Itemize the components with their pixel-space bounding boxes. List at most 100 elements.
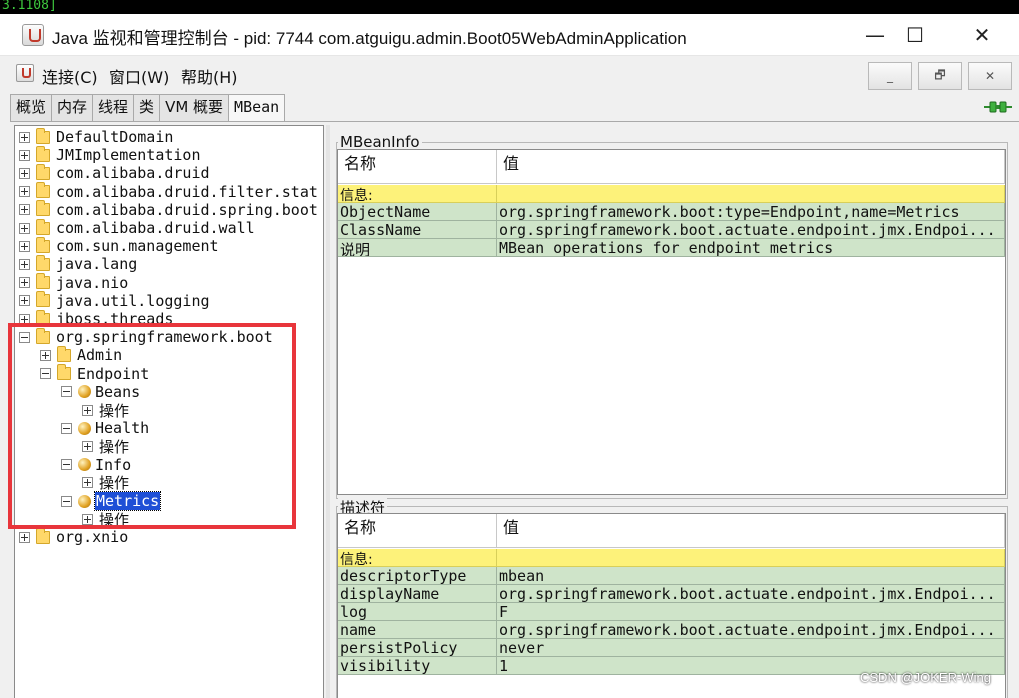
tree-node-label[interactable]: java.nio <box>56 274 128 292</box>
section-label: 信息: <box>338 185 497 203</box>
expand-icon[interactable] <box>19 531 30 543</box>
folder-icon <box>36 218 50 235</box>
folder-icon <box>36 200 50 217</box>
section-empty-cell <box>497 549 1005 567</box>
row-name-cell: ClassName <box>338 221 497 239</box>
expand-icon[interactable] <box>19 295 30 307</box>
tree-node-label[interactable]: JMImplementation <box>56 146 201 164</box>
close-button[interactable]: ✕ <box>952 18 1012 52</box>
section-label: 信息: <box>338 549 497 567</box>
expand-icon[interactable] <box>19 186 30 198</box>
expand-icon[interactable] <box>19 277 30 289</box>
java-menu-icon[interactable] <box>16 64 34 82</box>
background-terminal-text: 3.1108] <box>2 0 57 13</box>
table-row[interactable]: 说明 MBean operations for endpoint metrics <box>338 239 1005 257</box>
split-divider[interactable] <box>326 125 330 698</box>
expand-icon[interactable] <box>19 240 30 252</box>
expand-icon[interactable] <box>19 149 30 161</box>
row-name-cell: 说明 <box>338 239 497 257</box>
expand-icon[interactable] <box>19 204 30 216</box>
tree-node[interactable]: DefaultDomain <box>19 127 173 146</box>
folder-icon <box>36 273 50 290</box>
tree-node[interactable]: java.nio <box>19 273 128 292</box>
row-name-cell: visibility <box>338 657 497 675</box>
maximize-button[interactable]: ☐ <box>885 18 945 52</box>
tree-node-label[interactable]: com.alibaba.druid.wall <box>56 219 255 237</box>
section-row: 信息: <box>338 185 1005 203</box>
row-value-cell: F <box>497 603 1005 621</box>
row-value-cell: org.springframework.boot.actuate.endpoin… <box>497 621 1005 639</box>
table-row[interactable]: displayName org.springframework.boot.actu… <box>338 585 1005 603</box>
tree-node-label[interactable]: com.alibaba.druid <box>56 164 210 182</box>
watermark: CSDN @JOKER-Wing <box>860 670 991 685</box>
tab-classes[interactable]: 类 <box>133 94 161 121</box>
folder-icon <box>36 163 50 180</box>
folder-icon <box>36 291 50 308</box>
mdi-minimize-button[interactable]: _ <box>868 62 912 90</box>
row-value-cell: org.springframework.boot.actuate.endpoin… <box>497 585 1005 603</box>
tab-memory[interactable]: 内存 <box>51 94 94 121</box>
mbeaninfo-table[interactable]: 名称 值 信息: ObjectName org.springframework.b… <box>337 149 1006 495</box>
tree-node-label[interactable]: java.lang <box>56 255 137 273</box>
tree-node-label[interactable]: com.sun.management <box>56 237 219 255</box>
connection-status-icon <box>984 101 1012 113</box>
tree-node[interactable]: com.alibaba.druid.wall <box>19 218 255 237</box>
tree-node[interactable]: java.util.logging <box>19 291 210 310</box>
expand-icon[interactable] <box>19 222 30 234</box>
tree-node[interactable]: org.xnio <box>19 527 128 546</box>
table-row[interactable]: ClassName org.springframework.boot.actuat… <box>338 221 1005 239</box>
mdi-close-button[interactable]: ✕ <box>968 62 1012 90</box>
menu-help[interactable]: 帮助(H) <box>181 64 238 88</box>
tree-node-label[interactable]: org.xnio <box>56 528 128 546</box>
title-bar[interactable]: Java 监视和管理控制台 - pid: 7744 com.atguigu.ad… <box>0 14 1019 56</box>
window-title: Java 监视和管理控制台 - pid: 7744 com.atguigu.ad… <box>52 29 687 48</box>
expand-icon[interactable] <box>19 131 30 143</box>
row-value-cell: MBean operations for endpoint metrics <box>497 239 1005 257</box>
column-header-value[interactable]: 值 <box>497 514 1005 548</box>
menu-window[interactable]: 窗口(W) <box>109 64 169 88</box>
tree-node[interactable]: com.alibaba.druid.spring.boot <box>19 200 318 219</box>
folder-icon <box>36 236 50 253</box>
table-row[interactable]: name org.springframework.boot.actuate.end… <box>338 621 1005 639</box>
tree-node[interactable]: JMImplementation <box>19 145 201 164</box>
row-name-cell: descriptorType <box>338 567 497 585</box>
expand-icon[interactable] <box>19 258 30 270</box>
folder-icon <box>36 527 50 544</box>
tree-node[interactable]: java.lang <box>19 254 137 273</box>
column-header-name[interactable]: 名称 <box>338 150 497 184</box>
row-name-cell: name <box>338 621 497 639</box>
row-value-cell: org.springframework.boot:type=Endpoint,n… <box>497 203 1005 221</box>
java-app-icon <box>22 24 44 46</box>
table-row[interactable]: log F <box>338 603 1005 621</box>
section-row: 信息: <box>338 549 1005 567</box>
table-row[interactable]: descriptorType mbean <box>338 567 1005 585</box>
tab-threads[interactable]: 线程 <box>92 94 135 121</box>
tree-node-label[interactable]: java.util.logging <box>56 292 210 310</box>
folder-icon <box>36 127 50 144</box>
row-name-cell: log <box>338 603 497 621</box>
mdi-restore-button[interactable]: 🗗 <box>918 62 962 90</box>
tab-overview[interactable]: 概览 <box>10 94 53 121</box>
menu-bar: 连接(C) 窗口(W) 帮助(H) <box>0 58 1019 90</box>
table-row[interactable]: persistPolicy never <box>338 639 1005 657</box>
folder-icon <box>36 182 50 199</box>
expand-icon[interactable] <box>19 167 30 179</box>
tree-node[interactable]: com.sun.management <box>19 236 219 255</box>
column-header-value[interactable]: 值 <box>497 150 1005 184</box>
tab-mbean[interactable]: MBean <box>228 94 286 122</box>
tree-node-label[interactable]: com.alibaba.druid.filter.stat <box>56 183 318 201</box>
tab-vm-summary[interactable]: VM 概要 <box>159 94 230 121</box>
table-row[interactable]: ObjectName org.springframework.boot:type=… <box>338 203 1005 221</box>
tree-node[interactable]: com.alibaba.druid.filter.stat <box>19 182 318 201</box>
annotation-highlight-box <box>8 323 296 529</box>
row-name-cell: ObjectName <box>338 203 497 221</box>
row-name-cell: persistPolicy <box>338 639 497 657</box>
tree-node[interactable]: com.alibaba.druid <box>19 163 210 182</box>
tab-bar: 概览 内存 线程 类 VM 概要 MBean <box>10 94 286 122</box>
column-header-name[interactable]: 名称 <box>338 514 497 548</box>
row-name-cell: displayName <box>338 585 497 603</box>
menu-connection[interactable]: 连接(C) <box>42 64 98 88</box>
folder-icon <box>36 254 50 271</box>
tree-node-label[interactable]: DefaultDomain <box>56 128 173 146</box>
tree-node-label[interactable]: com.alibaba.druid.spring.boot <box>56 201 318 219</box>
